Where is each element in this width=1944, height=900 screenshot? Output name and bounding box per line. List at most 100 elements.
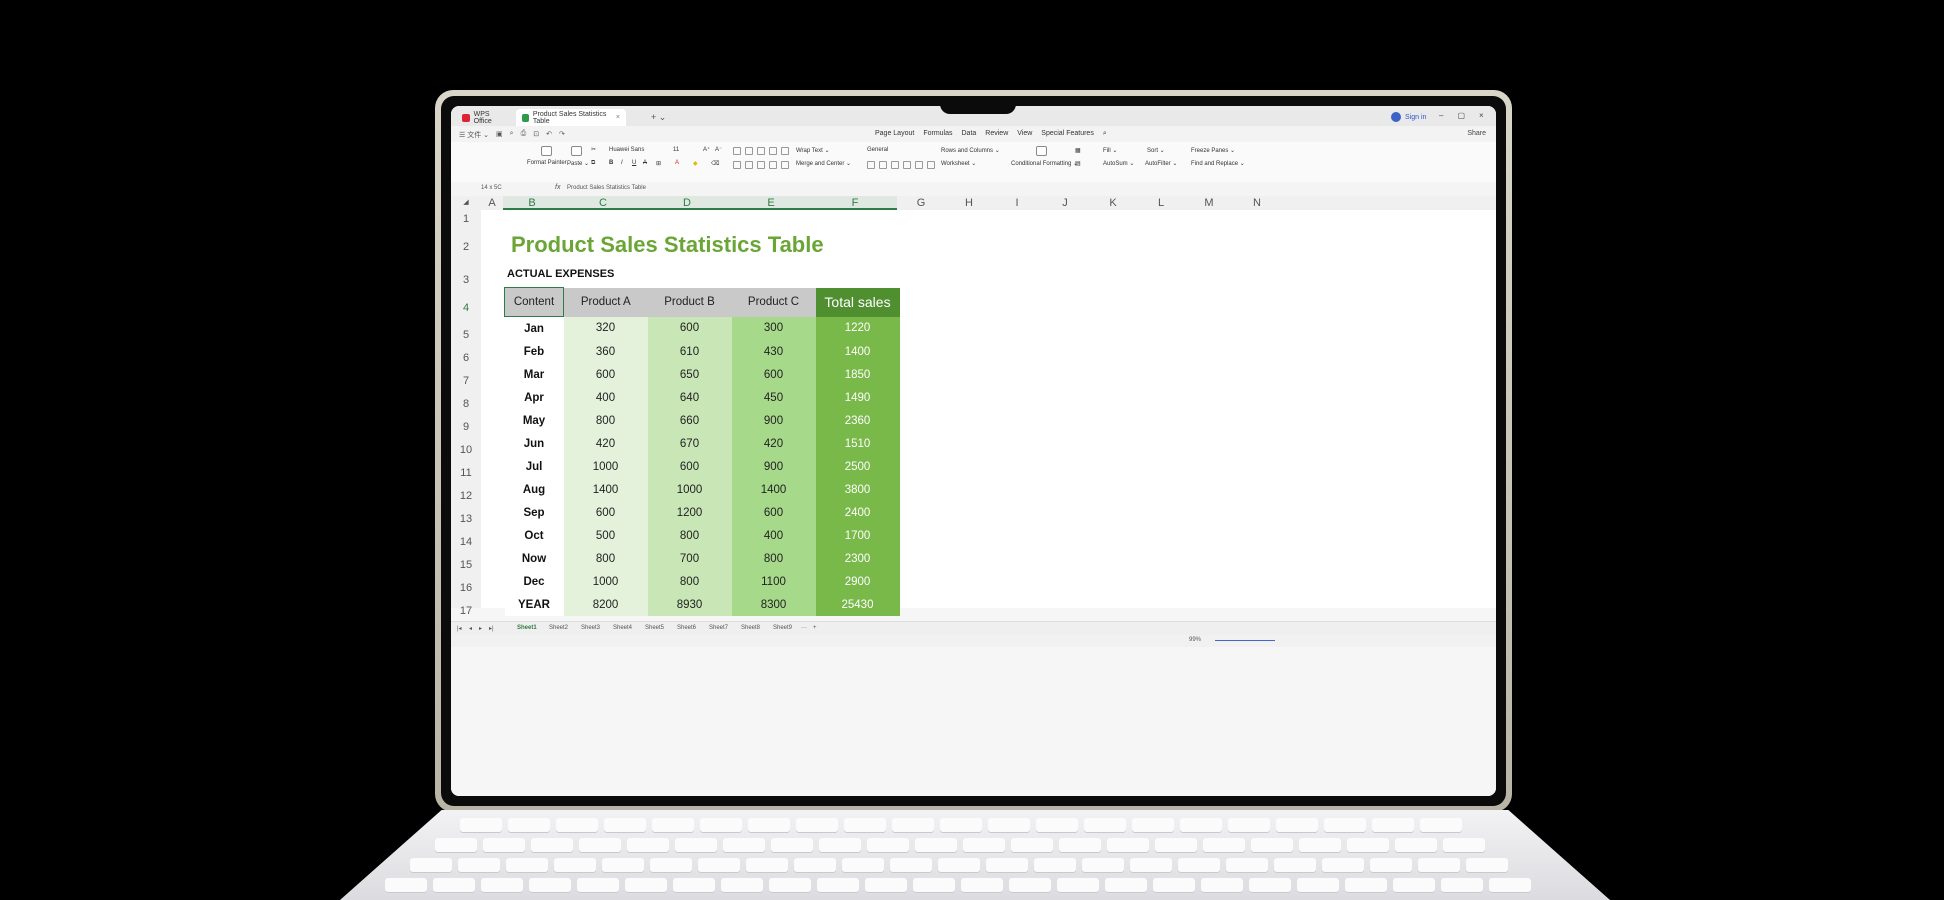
column-header-f[interactable]: F [813, 196, 897, 210]
cell-product-a[interactable]: 8200 [563, 593, 648, 616]
cell-product-a[interactable]: 800 [563, 547, 648, 570]
copy-icon[interactable]: ⧉ [591, 160, 595, 167]
cell-product-b[interactable]: 650 [647, 363, 732, 386]
fx-icon[interactable]: fx [555, 184, 560, 191]
cell-total-sales[interactable]: 2500 [815, 455, 900, 478]
borders-icon[interactable]: ⊞ [656, 160, 661, 167]
save-icon[interactable]: ▣ [496, 130, 503, 140]
merge-center-button[interactable]: Merge and Center ⌄ [796, 160, 851, 167]
wrap-text-button[interactable]: Wrap Text ⌄ [796, 147, 829, 154]
cell-product-a[interactable]: 600 [563, 363, 648, 386]
last-sheet-icon[interactable]: ▸| [489, 625, 494, 632]
cell-month[interactable]: May [504, 409, 564, 432]
menu-formulas[interactable]: Formulas [923, 130, 952, 138]
number-format-select[interactable]: General [867, 147, 888, 153]
row-header-4[interactable]: 4 [451, 302, 481, 314]
decrease-font-icon[interactable]: A⁻ [715, 146, 722, 153]
close-window-icon[interactable]: × [1479, 111, 1484, 120]
number-format-icons[interactable] [867, 161, 935, 169]
sheet-subtitle[interactable]: ACTUAL EXPENSES [507, 268, 614, 280]
cell-product-b[interactable]: 600 [647, 455, 732, 478]
cell-product-b[interactable]: 640 [647, 386, 732, 409]
cell-month[interactable]: Dec [504, 570, 564, 593]
format-painter-icon[interactable] [541, 146, 552, 156]
column-header-b[interactable]: B [503, 196, 561, 210]
row-header-5[interactable]: 5 [451, 329, 481, 341]
freeze-panes-button[interactable]: Freeze Panes ⌄ [1191, 147, 1235, 154]
tab-wps-home[interactable]: WPS Office [456, 109, 514, 126]
cell-product-c[interactable]: 1400 [731, 478, 816, 501]
cell-product-a[interactable]: 1000 [563, 455, 648, 478]
format-painter-button[interactable]: Format Painter [527, 160, 567, 166]
worksheet-button[interactable]: Worksheet ⌄ [941, 160, 976, 167]
prev-sheet-icon[interactable]: ◂ [469, 625, 472, 632]
cell-product-c[interactable]: 450 [731, 386, 816, 409]
cell-product-a[interactable]: 400 [563, 386, 648, 409]
increase-font-icon[interactable]: A⁺ [703, 146, 710, 153]
select-all-corner[interactable]: ◢ [451, 196, 481, 210]
row-header-8[interactable]: 8 [451, 398, 481, 410]
cell-product-c[interactable]: 600 [731, 363, 816, 386]
cell-product-b[interactable]: 800 [647, 570, 732, 593]
cell-product-b[interactable]: 670 [647, 432, 732, 455]
column-header-j[interactable]: J [1041, 196, 1089, 210]
sheet-tab-3[interactable]: Sheet3 [581, 625, 600, 631]
cell-product-c[interactable]: 400 [731, 524, 816, 547]
search-icon[interactable]: ⌕ [1103, 130, 1107, 138]
alignment-icons-row2[interactable] [733, 161, 789, 169]
italic-icon[interactable]: I [621, 160, 623, 166]
menu-special-features[interactable]: Special Features [1041, 130, 1094, 138]
cell-product-b[interactable]: 800 [647, 524, 732, 547]
font-family-select[interactable]: Huawei Sans [609, 147, 644, 153]
cell-product-c[interactable]: 1100 [731, 570, 816, 593]
cell-style-icon[interactable]: ▦ [1075, 147, 1081, 154]
cell-month[interactable]: Now [504, 547, 564, 570]
row-header-16[interactable]: 16 [451, 582, 481, 594]
menu-view[interactable]: View [1017, 130, 1032, 138]
cell-product-b[interactable]: 1000 [647, 478, 732, 501]
column-header-d[interactable]: D [645, 196, 729, 210]
cell-product-c[interactable]: 420 [731, 432, 816, 455]
column-header-m[interactable]: M [1185, 196, 1233, 210]
fill-color-icon[interactable]: ◆ [693, 160, 698, 167]
cell-product-a[interactable]: 320 [563, 316, 648, 340]
cell-product-c[interactable]: 900 [731, 409, 816, 432]
sheet-tab-9[interactable]: Sheet9 [773, 625, 792, 631]
cell-product-c[interactable]: 430 [731, 340, 816, 363]
cell-product-a[interactable]: 800 [563, 409, 648, 432]
column-header-h[interactable]: H [945, 196, 993, 210]
strikethrough-icon[interactable]: A [643, 160, 647, 166]
cell-total-sales[interactable]: 1400 [815, 340, 900, 363]
font-color-icon[interactable]: A [675, 160, 679, 166]
column-header-e[interactable]: E [729, 196, 813, 210]
conditional-formatting-icon[interactable] [1036, 146, 1047, 156]
sheet-tab-5[interactable]: Sheet5 [645, 625, 664, 631]
add-sheet-button[interactable]: + [813, 625, 817, 631]
cell-month[interactable]: Mar [504, 363, 564, 386]
sheet-tab-8[interactable]: Sheet8 [741, 625, 760, 631]
zoom-slider[interactable] [1215, 640, 1275, 641]
column-header-l[interactable]: L [1137, 196, 1185, 210]
cell-total-sales[interactable]: 1850 [815, 363, 900, 386]
name-box[interactable]: 14 x 5C [481, 185, 541, 191]
file-menu[interactable]: ☰ 文件 ⌄ [459, 130, 489, 140]
cell-total-sales[interactable]: 2400 [815, 501, 900, 524]
maximize-icon[interactable]: ▢ [1457, 111, 1465, 120]
clear-format-icon[interactable]: ⌫ [711, 160, 719, 167]
more-sheets-icon[interactable]: ··· [801, 625, 807, 631]
autofilter-button[interactable]: AutoFilter ⌄ [1145, 160, 1177, 167]
underline-icon[interactable]: U [632, 160, 636, 166]
row-header-9[interactable]: 9 [451, 421, 481, 433]
row-header-1[interactable]: 1 [451, 213, 481, 225]
cell-product-a[interactable]: 600 [563, 501, 648, 524]
column-header-c[interactable]: C [561, 196, 645, 210]
cell-product-c[interactable]: 600 [731, 501, 816, 524]
cell-product-a[interactable]: 1400 [563, 478, 648, 501]
row-header-15[interactable]: 15 [451, 559, 481, 571]
table-style-icon[interactable]: ▤ [1075, 160, 1081, 167]
new-tab-button[interactable]: + ⌄ [651, 112, 666, 123]
column-header-k[interactable]: K [1089, 196, 1137, 210]
sheet-tab-4[interactable]: Sheet4 [613, 625, 632, 631]
cell-total-sales[interactable]: 25430 [815, 593, 900, 616]
cell-product-a[interactable]: 1000 [563, 570, 648, 593]
